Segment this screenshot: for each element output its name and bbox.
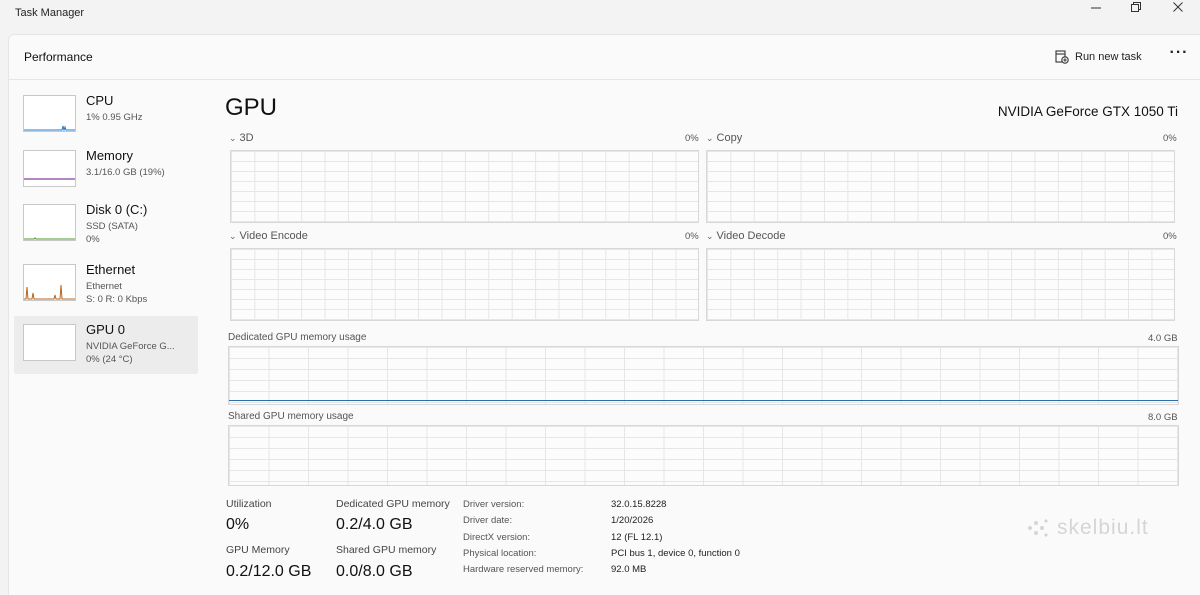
info-key: Driver version:	[463, 499, 525, 510]
utilization-value: 0%	[226, 516, 250, 533]
sidebar-item-detail: Ethernet	[86, 281, 122, 292]
info-value: 12 (FL 12.1)	[611, 532, 663, 543]
shared-memory-label: Shared GPU memory usage	[228, 411, 354, 422]
title-bar: Task Manager	[0, 0, 1200, 32]
dedicated-memory-max: 4.0 GB	[1148, 333, 1178, 344]
minimize-icon	[1091, 7, 1101, 9]
dedicated-memory-stat-label: Dedicated GPU memory	[336, 498, 450, 510]
sidebar-item-detail: NVIDIA GeForce G...	[86, 341, 175, 352]
chevron-down-icon: ⌄	[706, 133, 714, 143]
close-button[interactable]	[1160, 0, 1196, 14]
shared-memory-stat-value: 0.0/8.0 GB	[336, 563, 413, 580]
sidebar-item-label: CPU	[86, 93, 114, 108]
engine-label: Video Encode	[239, 230, 308, 242]
window-title: Task Manager	[15, 7, 85, 19]
engine-percent: 0%	[685, 231, 699, 242]
engine-percent: 0%	[1163, 231, 1177, 242]
sidebar-item-detail: SSD (SATA)	[86, 221, 138, 232]
graph-3d	[230, 150, 699, 223]
restore-icon	[1131, 2, 1141, 12]
chevron-down-icon: ⌄	[229, 231, 237, 241]
info-key: DirectX version:	[463, 532, 531, 543]
engine-label: Copy	[716, 132, 743, 144]
page-title: Performance	[24, 50, 93, 64]
more-icon: ···	[1169, 44, 1189, 61]
sidebar-item-memory[interactable]: Memory 3.1/16.0 GB (19%)	[14, 136, 198, 194]
graph-shared-memory	[228, 425, 1179, 486]
engine-selector-copy[interactable]: ⌄ Copy	[706, 132, 742, 144]
sidebar-item-throughput: S: 0 R: 0 Kbps	[86, 294, 148, 305]
sidebar-item-gpu[interactable]: GPU 0 NVIDIA GeForce G... 0% (24 °C)	[14, 316, 198, 374]
dedicated-memory-usage-line	[229, 400, 1178, 401]
info-value: 1/20/2026	[611, 515, 654, 526]
sidebar-item-detail: 1% 0.95 GHz	[86, 112, 143, 123]
dedicated-memory-label: Dedicated GPU memory usage	[228, 332, 367, 343]
dedicated-memory-stat-value: 0.2/4.0 GB	[336, 516, 413, 533]
info-value: 92.0 MB	[611, 564, 647, 575]
sidebar-item-cpu[interactable]: CPU 1% 0.95 GHz	[14, 81, 198, 139]
engine-selector-3d[interactable]: ⌄ 3D	[229, 132, 254, 144]
memory-thumbnail-graph	[23, 150, 76, 187]
cpu-thumbnail-graph	[23, 95, 76, 132]
engine-selector-video-decode[interactable]: ⌄ Video Decode	[706, 230, 785, 242]
graph-dedicated-memory	[228, 346, 1179, 405]
sidebar-item-label: Ethernet	[86, 262, 136, 277]
gpu-memory-value: 0.2/12.0 GB	[226, 563, 312, 580]
graph-video-decode	[706, 248, 1175, 321]
sidebar-item-ethernet[interactable]: Ethernet Ethernet S: 0 R: 0 Kbps	[14, 250, 198, 308]
gpu-thumbnail-graph	[23, 324, 76, 361]
sidebar-item-label: GPU 0	[86, 322, 126, 337]
gpu-model-name: NVIDIA GeForce GTX 1050 Ti	[997, 104, 1178, 119]
gpu-title: GPU	[225, 94, 278, 121]
engine-percent: 0%	[1163, 133, 1177, 144]
chevron-down-icon: ⌄	[229, 133, 237, 143]
sidebar-item-label: Disk 0 (C:)	[86, 202, 148, 217]
engine-percent: 0%	[685, 133, 699, 144]
graph-video-encode	[230, 248, 699, 321]
disk-thumbnail-graph	[23, 204, 76, 241]
restore-button[interactable]	[1118, 0, 1154, 14]
more-options-button[interactable]: ···	[1167, 44, 1191, 66]
close-icon	[1173, 2, 1183, 12]
chevron-down-icon: ⌄	[706, 231, 714, 241]
shared-memory-max: 8.0 GB	[1148, 412, 1178, 423]
info-value: 32.0.15.8228	[611, 499, 667, 510]
minimize-button[interactable]	[1078, 0, 1114, 14]
watermark-logo-icon	[1028, 519, 1048, 537]
sidebar-item-usage: 0%	[86, 234, 100, 245]
watermark-text: skelbiu.lt	[1057, 516, 1149, 539]
sidebar-item-usage: 0% (24 °C)	[86, 354, 133, 365]
engine-selector-video-encode[interactable]: ⌄ Video Encode	[229, 230, 308, 242]
engine-label: Video Decode	[716, 230, 786, 242]
ethernet-thumbnail-graph	[23, 264, 76, 301]
info-value: PCI bus 1, device 0, function 0	[611, 548, 740, 559]
info-key: Hardware reserved memory:	[463, 564, 584, 575]
run-new-task-button[interactable]: Run new task	[1055, 47, 1142, 67]
sidebar-item-label: Memory	[86, 148, 133, 163]
engine-label: 3D	[239, 132, 254, 144]
utilization-label: Utilization	[226, 498, 272, 510]
watermark: skelbiu.lt	[1025, 516, 1149, 540]
content-area: CPU 1% 0.95 GHz Memory 3.1/16.0 GB (19%)…	[8, 80, 1200, 595]
info-key: Physical location:	[463, 548, 537, 559]
run-new-task-label: Run new task	[1075, 51, 1142, 63]
info-key: Driver date:	[463, 515, 513, 526]
shared-memory-stat-label: Shared GPU memory	[336, 544, 437, 556]
page-header: Performance Run new task ···	[8, 34, 1200, 80]
sidebar-item-detail: 3.1/16.0 GB (19%)	[86, 167, 165, 178]
gpu-memory-label: GPU Memory	[226, 544, 290, 556]
graph-copy	[706, 150, 1175, 223]
run-task-icon	[1055, 50, 1069, 64]
sidebar-item-disk[interactable]: Disk 0 (C:) SSD (SATA) 0%	[14, 190, 198, 248]
